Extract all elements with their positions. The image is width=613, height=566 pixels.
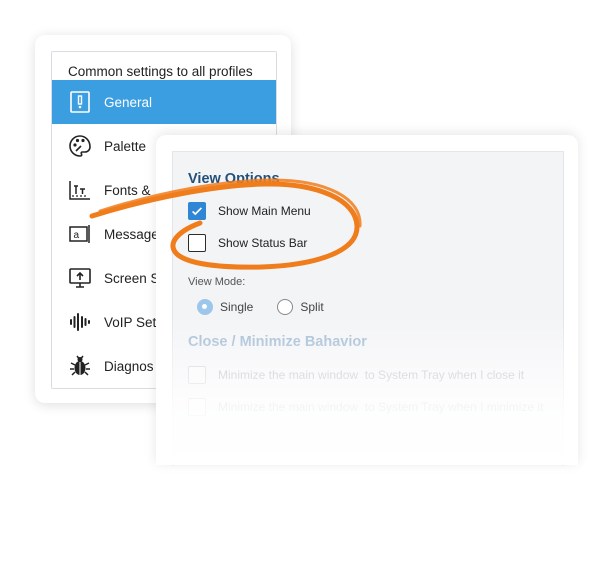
- view-mode-label: View Mode:: [188, 276, 246, 288]
- voip-icon: [67, 309, 93, 335]
- fonts-icon: [67, 177, 93, 203]
- svg-text:a: a: [74, 230, 80, 241]
- show-main-menu-checkbox[interactable]: [188, 202, 206, 220]
- sidebar-item-label: Fonts &: [104, 182, 151, 198]
- bug-icon: [67, 353, 93, 379]
- sidebar-header: Common settings to all profiles: [68, 64, 253, 79]
- sidebar-item-label: Palette: [104, 138, 147, 154]
- show-status-bar-label: Show Status Bar: [218, 236, 308, 250]
- view-options-panel: View Options Show Main Menu Show Status …: [172, 151, 564, 466]
- sidebar-item-label: VoIP Set: [104, 314, 157, 330]
- sidebar-item-label: Screen S: [104, 270, 160, 286]
- sidebar-item-label: Diagnos: [104, 358, 154, 374]
- minimize-on-minimize-checkbox[interactable]: [188, 398, 206, 416]
- show-main-menu-label: Show Main Menu: [218, 204, 311, 218]
- view-mode-single-radio[interactable]: [197, 299, 213, 315]
- show-status-bar-option[interactable]: Show Status Bar: [188, 234, 307, 252]
- minimize-on-minimize-option[interactable]: Minimize the main window to System Tray …: [188, 398, 543, 416]
- view-options-title: View Options: [188, 171, 280, 187]
- view-mode-split-radio[interactable]: [277, 299, 294, 315]
- view-mode-split-label: Split: [300, 300, 324, 314]
- view-options-card: View Options Show Main Menu Show Status …: [156, 135, 578, 466]
- minimize-on-close-label: Minimize the main window to System Tray …: [218, 368, 525, 382]
- show-status-bar-checkbox[interactable]: [188, 234, 206, 252]
- screen-icon: [67, 265, 93, 291]
- close-minimize-title: Close / Minimize Bahavior: [188, 334, 367, 350]
- minimize-on-minimize-label: Minimize the main window to System Tray …: [218, 400, 544, 414]
- show-main-menu-option[interactable]: Show Main Menu: [188, 202, 311, 220]
- sidebar-item-label: General: [104, 94, 153, 110]
- sidebar-item-label: Message: [104, 226, 159, 242]
- minimize-on-close-option[interactable]: Minimize the main window to System Tray …: [188, 366, 524, 384]
- checkmark-icon: [192, 207, 202, 216]
- message-icon: a: [67, 221, 93, 247]
- minimize-on-close-checkbox[interactable]: [188, 366, 206, 384]
- sidebar-item-general[interactable]: General: [52, 80, 276, 124]
- general-settings-icon: [67, 89, 93, 115]
- view-mode-single-label: Single: [220, 300, 254, 314]
- view-mode-radio-group: Single Split: [197, 299, 324, 315]
- palette-icon: [67, 133, 93, 159]
